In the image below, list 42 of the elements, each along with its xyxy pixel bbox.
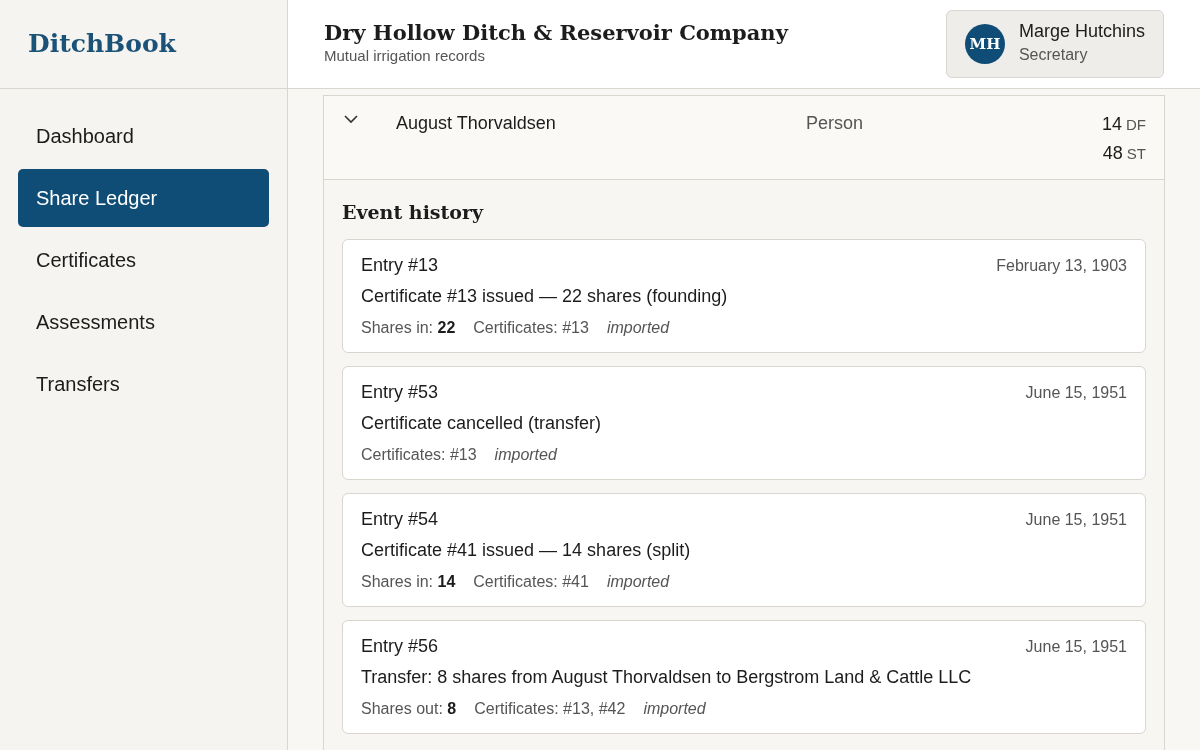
sidebar-item[interactable]: Transfers (18, 355, 269, 413)
sidebar-item[interactable]: Share Ledger (18, 169, 269, 227)
source-tag: imported (494, 442, 557, 467)
entry-date: June 15, 1951 (1025, 382, 1127, 403)
share-count: 48 ST (1101, 142, 1146, 165)
entry-date: February 13, 1903 (996, 255, 1127, 276)
entry-description: Certificate #13 issued — 22 shares (founding) (361, 284, 729, 308)
user-name: Marge Hutchins (1018, 21, 1145, 43)
holder-row[interactable]: August Thorvaldsen Person 14 DF 48 ST (324, 96, 1164, 180)
entry-number: Entry #13 (361, 253, 439, 277)
holder-name: August Thorvaldsen (396, 112, 557, 135)
sidebar-item[interactable]: Dashboard (18, 107, 269, 165)
entry-description: Transfer: 8 shares from August Thorvaldsen to Bergstrom Land & Cattle LLC (361, 665, 973, 689)
meta-field: Certificates: #13 (473, 315, 589, 340)
chevron-icon[interactable] (344, 114, 358, 124)
sidebar-item[interactable]: Assessments (18, 293, 269, 351)
meta-field: Certificates: #41 (473, 569, 589, 594)
entry-number: Entry #53 (361, 380, 439, 404)
source-tag: imported (606, 569, 670, 594)
user-menu[interactable]: MH Marge Hutchins Secretary (945, 10, 1164, 78)
page-title: Dry Hollow Ditch & Reservoir Company (324, 20, 788, 46)
user-avatar: MH (964, 24, 1005, 64)
meta-field: Certificates: #13, #42 (474, 696, 626, 721)
entry-description: Certificate cancelled (transfer) (361, 411, 603, 435)
entry-date: June 15, 1951 (1025, 636, 1127, 657)
meta-field: Certificates: #13 (361, 442, 477, 467)
entry-number: Entry #54 (361, 507, 439, 531)
entry-description: Certificate #41 issued — 14 shares (split) (361, 538, 692, 562)
user-role: Secretary (1018, 44, 1089, 65)
share-count: 14 DF (1101, 113, 1146, 136)
page-subtitle: Mutual irrigation records (324, 46, 486, 67)
source-tag: imported (606, 315, 670, 340)
app-logo: DitchBook (28, 28, 176, 61)
entry-date: June 15, 1951 (1025, 509, 1127, 530)
entry-number: Entry #56 (361, 634, 439, 658)
meta-field: Shares out: 8 (361, 696, 457, 721)
holder-type: Person (806, 112, 865, 135)
section-heading: Event history (342, 200, 485, 225)
sidebar-item[interactable]: Certificates (18, 231, 269, 289)
meta-field: Shares in: 14 (361, 569, 456, 594)
source-tag: imported (643, 696, 706, 721)
meta-field: Shares in: 22 (361, 315, 456, 340)
